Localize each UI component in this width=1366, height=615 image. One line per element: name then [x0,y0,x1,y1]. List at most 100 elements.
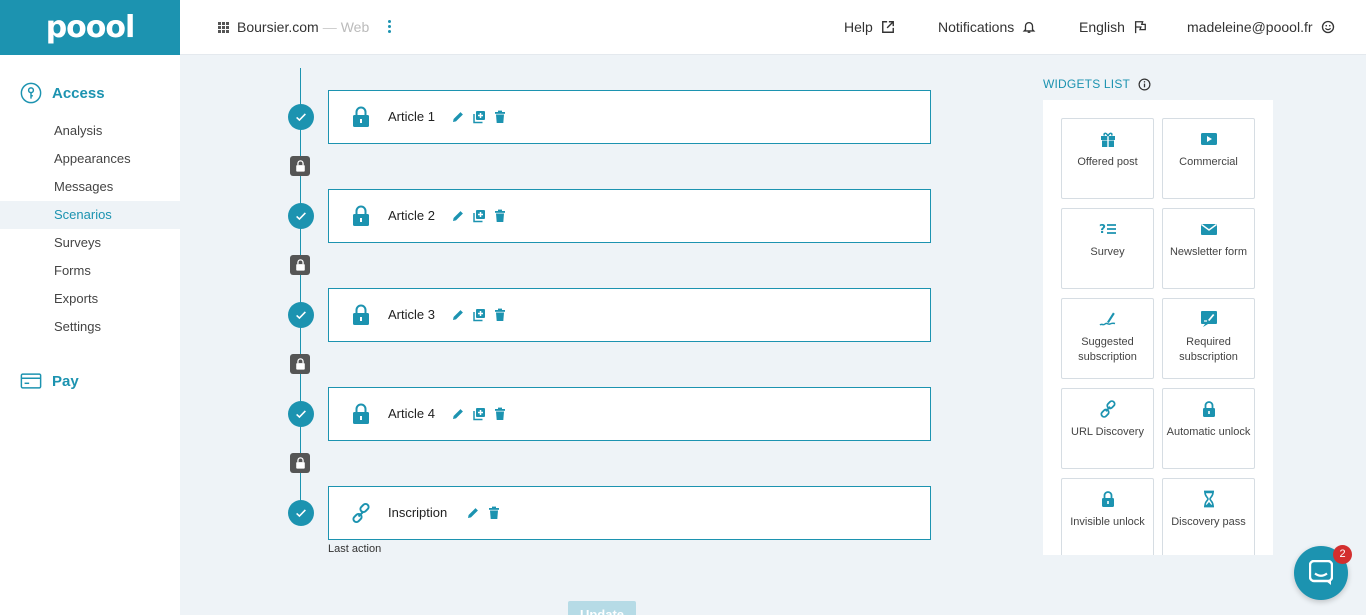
delete-icon[interactable] [487,506,501,520]
more-options-icon[interactable] [388,20,391,33]
user-menu[interactable]: madeleine@poool.fr [1187,19,1335,35]
sidebar-item-exports[interactable]: Exports [0,285,180,313]
credit-card-icon [20,373,42,389]
hourglass-icon [1204,490,1214,508]
last-action-label: Last action [328,543,382,555]
widgets-list-panel: Offered post Commercial ? Survey Newslet… [1043,100,1273,555]
info-icon[interactable] [1138,78,1151,91]
lock-icon [353,403,369,424]
duplicate-icon[interactable] [472,209,486,223]
widget-label: Automatic unlock [1166,426,1251,438]
widget-suggested-subscription[interactable]: Suggested subscription [1061,298,1154,379]
widget-offered-post[interactable]: Offered post [1061,118,1154,199]
widget-commercial[interactable]: Commercial [1162,118,1255,199]
edit-icon[interactable] [451,308,465,322]
step-lock-icon[interactable] [290,255,310,275]
duplicate-icon[interactable] [472,110,486,124]
external-link-icon [881,21,894,33]
widget-url-discovery[interactable]: URL Discovery [1061,388,1154,469]
step-lock-icon[interactable] [290,354,310,374]
edit-icon[interactable] [451,209,465,223]
widget-label: Newsletter form [1169,246,1248,258]
scenario-step-article-4[interactable]: Article 4 [328,387,931,441]
delete-icon[interactable] [493,407,507,421]
sidebar-item-forms[interactable]: Forms [0,257,180,285]
widget-label: Suggested subscription [1078,336,1137,363]
step-check-icon [288,203,314,229]
sidebar-item-messages[interactable]: Messages [0,173,180,201]
duplicate-icon[interactable] [472,407,486,421]
widget-label: Discovery pass [1171,516,1246,528]
notifications-label: Notifications [938,19,1015,35]
link-icon [352,502,370,524]
language-selector[interactable]: English [1079,19,1147,35]
sign-document-icon [1201,311,1217,327]
access-label: Access [52,84,105,102]
widget-label: Required subscription [1179,336,1238,363]
sidebar-item-scenarios[interactable]: Scenarios [0,201,180,229]
widget-label: URL Discovery [1071,426,1144,438]
widget-discovery-pass[interactable]: Discovery pass [1162,478,1255,555]
sidebar-item-analysis[interactable]: Analysis [0,117,180,145]
notifications-button[interactable]: Notifications [938,19,1036,35]
step-label: Inscription [388,505,448,520]
edit-icon[interactable] [451,407,465,421]
edit-icon[interactable] [451,110,465,124]
step-label: Article 4 [388,406,435,421]
duplicate-icon[interactable] [472,308,486,322]
gift-icon [1101,132,1115,147]
sidebar-item-appearances[interactable]: Appearances [0,145,180,173]
site-switcher[interactable]: Boursier.com — Web [218,19,369,35]
lock-icon [353,106,369,127]
pay-label: Pay [52,372,79,390]
step-check-icon [288,302,314,328]
svg-text:?: ? [1099,222,1106,236]
widget-invisible-unlock[interactable]: Invisible unlock [1061,478,1154,555]
delete-icon[interactable] [493,209,507,223]
scenario-step-inscription[interactable]: Inscription [328,486,931,540]
widget-label: Offered post [1077,156,1138,168]
sidebar: Access Analysis Appearances Messages Sce… [0,55,180,615]
grid-icon [218,21,229,33]
survey-icon: ? [1099,222,1116,236]
signature-icon [1099,312,1116,326]
sidebar-item-settings[interactable]: Settings [0,313,180,341]
site-separator: — [322,19,337,35]
step-lock-icon[interactable] [290,453,310,473]
widgets-list-title: WIDGETS LIST [1043,77,1151,91]
step-label: Article 3 [388,307,435,322]
help-link[interactable]: Help [844,19,895,35]
timeline-line [300,68,301,513]
sidebar-section-access[interactable]: Access [20,82,105,104]
widget-automatic-unlock[interactable]: Automatic unlock [1162,388,1255,469]
site-type: Web [340,19,370,35]
edit-icon[interactable] [466,506,480,520]
widgets-list-label: WIDGETS LIST [1043,77,1131,91]
step-lock-icon[interactable] [290,156,310,176]
chat-icon [1309,560,1333,585]
envelope-icon [1201,223,1217,235]
sidebar-section-pay[interactable]: Pay [20,370,79,392]
language-label: English [1079,19,1125,35]
key-icon [20,82,42,104]
update-button[interactable]: Update [568,601,636,615]
scenario-step-article-3[interactable]: Article 3 [328,288,931,342]
flag-icon [1134,21,1146,34]
play-icon [1201,133,1217,145]
sidebar-item-surveys[interactable]: Surveys [0,229,180,257]
delete-icon[interactable] [493,308,507,322]
lock-icon [1203,401,1215,417]
widget-label: Commercial [1179,156,1238,168]
delete-icon[interactable] [493,110,507,124]
lock-icon [353,304,369,325]
step-check-icon [288,500,314,526]
site-name: Boursier.com [237,19,319,35]
logo[interactable]: poool [0,0,180,55]
widget-newsletter-form[interactable]: Newsletter form [1162,208,1255,289]
scenario-step-article-1[interactable]: Article 1 [328,90,931,144]
logo-text: poool [45,10,136,45]
scenario-step-article-2[interactable]: Article 2 [328,189,931,243]
widget-survey[interactable]: ? Survey [1061,208,1154,289]
widget-required-subscription[interactable]: Required subscription [1162,298,1255,379]
step-check-icon [288,104,314,130]
